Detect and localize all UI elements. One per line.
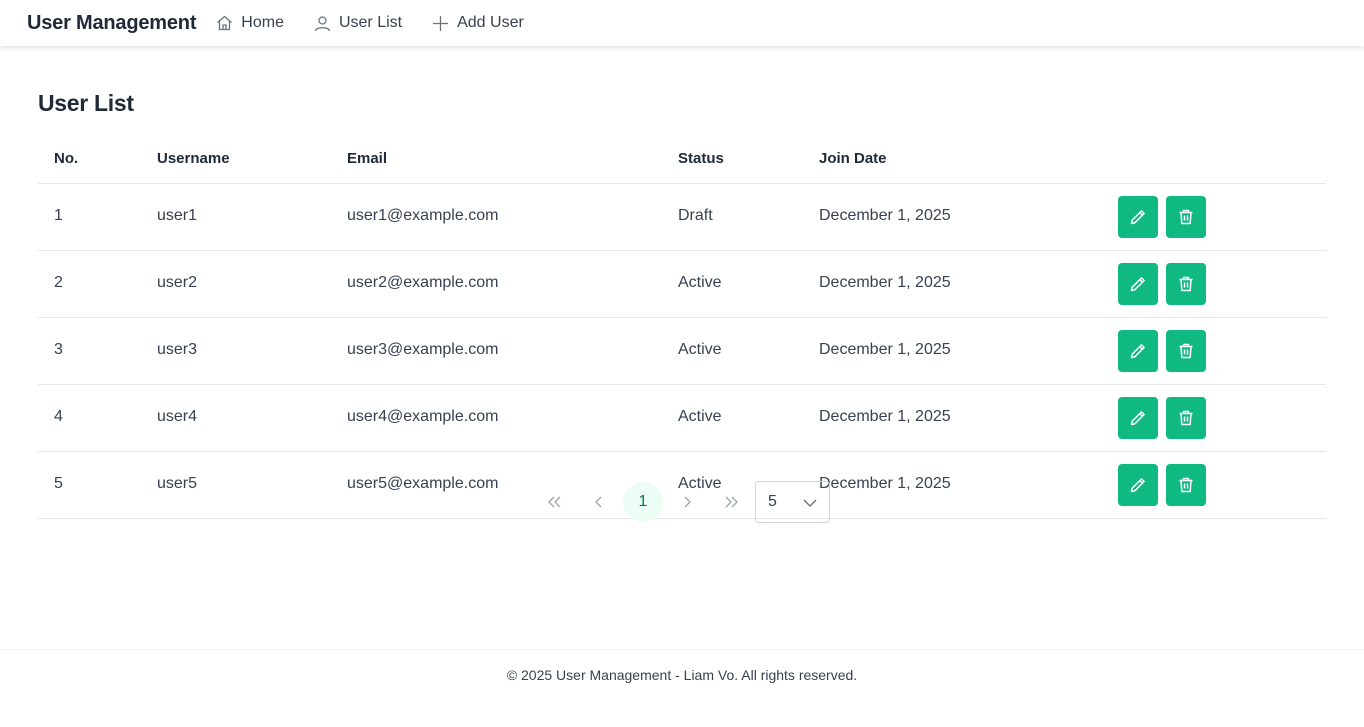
cell-no: 4 xyxy=(54,408,63,425)
edit-button[interactable] xyxy=(1118,263,1158,305)
cell-status: Active xyxy=(678,274,722,291)
nav-add-user-label: Add User xyxy=(457,14,524,31)
cell-username: user2 xyxy=(157,274,198,291)
cell-join-date: December 1, 2025 xyxy=(819,207,951,224)
cell-join-date: December 1, 2025 xyxy=(819,408,951,425)
chevron-down-icon xyxy=(803,499,817,507)
home-icon xyxy=(217,15,233,31)
cell-no: 3 xyxy=(54,341,63,358)
cell-no: 2 xyxy=(54,274,63,291)
trash-icon xyxy=(1179,410,1193,426)
cell-status: Active xyxy=(678,341,722,358)
nav-home-label: Home xyxy=(241,14,284,31)
cell-email: user3@example.com xyxy=(347,341,499,358)
chevrons-right-icon xyxy=(725,496,738,508)
nav-home[interactable]: Home xyxy=(216,14,284,32)
cell-username: user4 xyxy=(157,408,198,425)
cell-email: user4@example.com xyxy=(347,408,499,425)
row-actions xyxy=(1118,263,1214,305)
nav-add-user[interactable]: Add User xyxy=(432,14,524,32)
cell-status: Active xyxy=(678,408,722,425)
pencil-icon xyxy=(1130,344,1145,359)
column-header-username: Username xyxy=(157,150,230,167)
top-navbar: User Management Home User List Add User xyxy=(0,0,1364,46)
edit-button[interactable] xyxy=(1118,397,1158,439)
page-number-button[interactable]: 1 xyxy=(623,482,663,522)
pencil-icon xyxy=(1130,210,1145,225)
delete-button[interactable] xyxy=(1166,196,1206,238)
cell-email: user1@example.com xyxy=(347,207,499,224)
first-page-button[interactable] xyxy=(535,482,575,522)
user-table: No. Username Email Status Join Date 1 us… xyxy=(38,134,1326,519)
column-header-email: Email xyxy=(347,150,388,167)
last-page-button[interactable] xyxy=(711,482,751,522)
plus-icon xyxy=(433,15,449,31)
page-title: User List xyxy=(38,90,134,116)
row-actions xyxy=(1118,397,1214,439)
cell-status: Draft xyxy=(678,207,713,224)
trash-icon xyxy=(1179,343,1193,359)
chevron-right-icon xyxy=(684,496,691,508)
delete-button[interactable] xyxy=(1166,397,1206,439)
nav-user-list-label: User List xyxy=(338,14,403,31)
nav-user-list[interactable]: User List xyxy=(314,14,402,32)
cell-join-date: December 1, 2025 xyxy=(819,274,951,291)
copyright-text: © 2025 User Management - Liam Vo. All ri… xyxy=(506,667,858,683)
rows-per-page-select[interactable]: 5 xyxy=(755,481,830,523)
trash-icon xyxy=(1179,209,1193,225)
app-brand[interactable]: User Management xyxy=(27,12,196,35)
edit-button[interactable] xyxy=(1118,330,1158,372)
edit-button[interactable] xyxy=(1118,196,1158,238)
chevrons-left-icon xyxy=(548,496,561,508)
trash-icon xyxy=(1179,276,1193,292)
next-page-button[interactable] xyxy=(667,482,707,522)
column-header-join-date: Join Date xyxy=(819,150,887,167)
delete-button[interactable] xyxy=(1166,263,1206,305)
rows-per-page-value: 5 xyxy=(768,493,777,510)
chevron-left-icon xyxy=(595,496,602,508)
column-header-no: No. xyxy=(54,150,79,167)
pencil-icon xyxy=(1130,277,1145,292)
column-header-status: Status xyxy=(678,150,724,167)
pencil-icon xyxy=(1130,411,1145,426)
row-actions xyxy=(1118,330,1214,372)
page-footer: © 2025 User Management - Liam Vo. All ri… xyxy=(0,649,1364,727)
user-icon xyxy=(314,15,331,31)
cell-email: user2@example.com xyxy=(347,274,499,291)
delete-button[interactable] xyxy=(1166,330,1206,372)
table-row: 2 user2 user2@example.com Active Decembe… xyxy=(38,251,1326,318)
cell-no: 1 xyxy=(54,207,63,224)
table-row: 3 user3 user3@example.com Active Decembe… xyxy=(38,318,1326,385)
cell-username: user1 xyxy=(157,207,198,224)
cell-join-date: December 1, 2025 xyxy=(819,341,951,358)
table-row: 1 user1 user1@example.com Draft December… xyxy=(38,184,1326,251)
prev-page-button[interactable] xyxy=(579,482,619,522)
table-row: 4 user4 user4@example.com Active Decembe… xyxy=(38,385,1326,452)
pagination: 1 5 xyxy=(0,481,1364,523)
cell-username: user3 xyxy=(157,341,198,358)
table-header: No. Username Email Status Join Date xyxy=(38,134,1326,184)
row-actions xyxy=(1118,196,1214,238)
